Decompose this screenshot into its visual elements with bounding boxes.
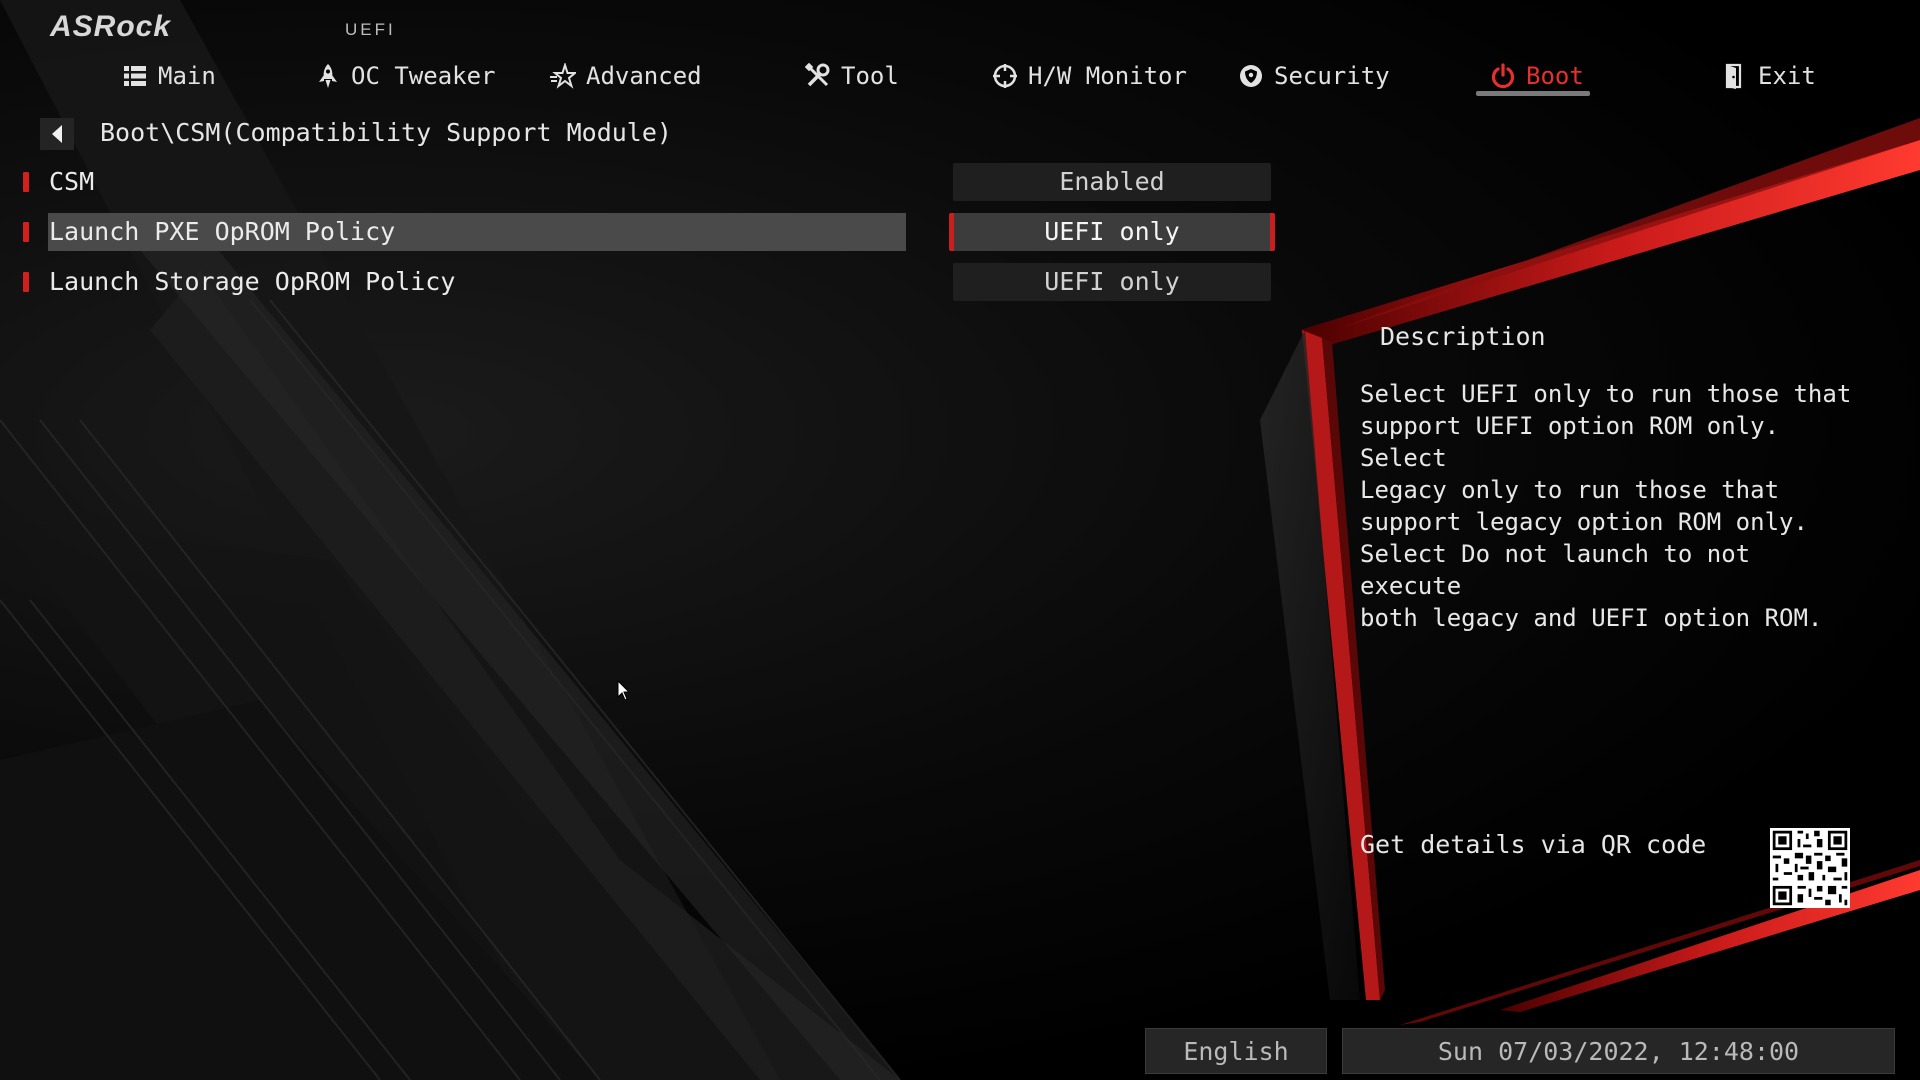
tab-exit[interactable]: Exit — [1722, 58, 1816, 94]
door-icon — [1725, 63, 1742, 89]
shield-icon — [1240, 65, 1262, 87]
active-tab-underline — [1476, 91, 1590, 96]
description-title: Description — [1380, 322, 1546, 351]
asrock-logo: ASRock — [50, 10, 172, 43]
star-icon — [550, 63, 576, 89]
setting-pxe-oprom-value[interactable]: UEFI only — [949, 213, 1275, 251]
breadcrumb: Boot\CSM(Compatibility Support Module) — [100, 118, 672, 147]
tab-advanced[interactable]: Advanced — [550, 58, 702, 94]
description-line: Legacy only to run those that — [1360, 476, 1780, 504]
tab-advanced-label: Advanced — [586, 62, 702, 90]
row-marker — [23, 172, 29, 192]
arrow-left-icon — [52, 125, 62, 143]
description-line: Select UEFI only to run those that — [1360, 380, 1852, 408]
tab-boot[interactable]: Boot — [1490, 58, 1584, 94]
list-icon — [124, 66, 146, 86]
qr-label: Get details via QR code — [1360, 830, 1707, 859]
uefi-tag: UEFI — [345, 20, 396, 39]
tab-oc-tweaker[interactable]: OC Tweaker — [315, 58, 496, 94]
setting-csm-value[interactable]: Enabled — [953, 163, 1271, 201]
setting-csm-label[interactable]: CSM — [48, 163, 94, 201]
setting-storage-oprom-value[interactable]: UEFI only — [953, 263, 1271, 301]
description-line: both legacy and UEFI option ROM. — [1360, 604, 1823, 632]
setting-pxe-oprom-label[interactable]: Launch PXE OpROM Policy — [48, 213, 906, 251]
tab-exit-label: Exit — [1758, 62, 1816, 90]
tools-icon — [805, 63, 830, 87]
tab-security[interactable]: Security — [1238, 58, 1390, 94]
datetime-display: Sun 07/03/2022, 12:48:00 — [1342, 1028, 1895, 1074]
tab-security-label: Security — [1274, 62, 1390, 90]
setting-storage-oprom-label[interactable]: Launch Storage OpROM Policy — [48, 263, 455, 301]
description-line: Select Do not launch to not execute — [1360, 540, 1751, 600]
tab-main[interactable]: Main — [122, 58, 216, 94]
rocket-icon — [319, 64, 337, 88]
power-icon — [1491, 63, 1515, 89]
description-text: Select UEFI only to run those that suppo… — [1360, 378, 1860, 634]
tab-hw-monitor[interactable]: H/W Monitor — [992, 58, 1187, 94]
row-marker — [23, 222, 29, 242]
tab-main-label: Main — [158, 62, 216, 90]
tab-oc-tweaker-label: OC Tweaker — [351, 62, 496, 90]
bios-screen: ASRock UEFI Main OC Tweaker Advanced Too… — [0, 0, 1920, 1080]
tab-tool-label: Tool — [841, 62, 899, 90]
tab-tool[interactable]: Tool — [805, 58, 899, 94]
back-button[interactable] — [40, 118, 74, 150]
qr-code — [1770, 828, 1850, 908]
mouse-cursor-icon — [617, 680, 631, 701]
tab-hw-monitor-label: H/W Monitor — [1028, 62, 1187, 90]
tab-boot-label: Boot — [1526, 62, 1584, 90]
description-line: support legacy option ROM only. — [1360, 508, 1808, 536]
crosshair-icon — [993, 64, 1017, 88]
row-marker — [23, 272, 29, 292]
description-line: support UEFI option ROM only. Select — [1360, 412, 1780, 472]
language-selector[interactable]: English — [1145, 1028, 1327, 1074]
